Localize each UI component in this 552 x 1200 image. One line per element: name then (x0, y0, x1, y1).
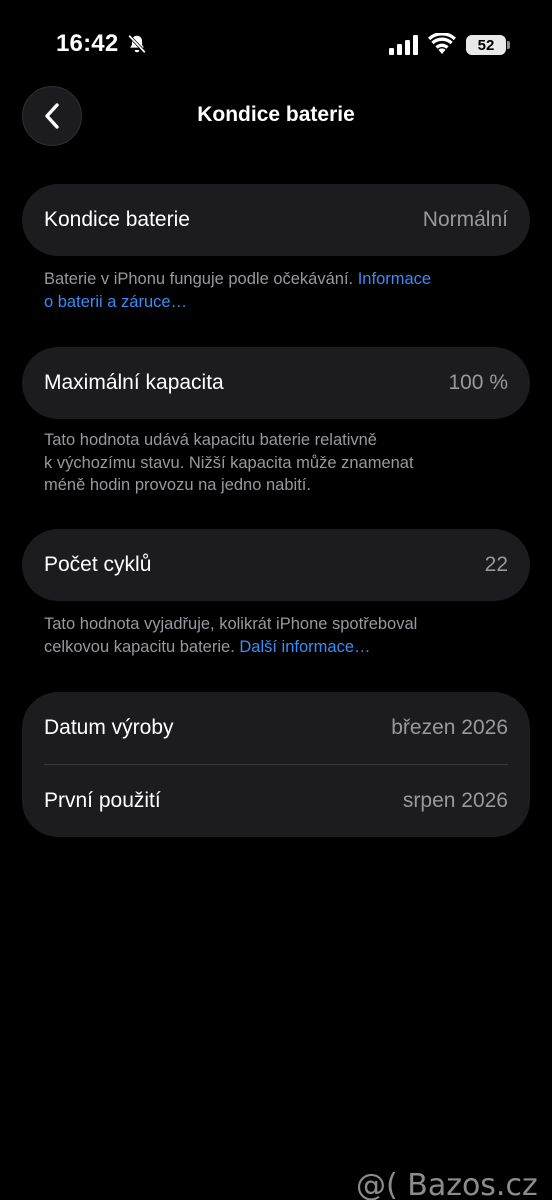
cycle-count-note: Tato hodnota vyjadřuje, kolikrát iPhone … (44, 613, 514, 658)
page-title: Kondice baterie (197, 103, 355, 126)
bazos-watermark: @( Bazos.cz (356, 1168, 538, 1200)
max-capacity-note-line3: méně hodin provozu na jedno nabití. (44, 476, 311, 494)
battery-icon: 52 (466, 35, 510, 55)
manufacture-date-value: březen 2026 (391, 716, 508, 739)
max-capacity-note-line2: k výchozímu stavu. Nižší kapacita může z… (44, 453, 414, 472)
battery-health-note-text: Baterie v iPhonu funguje podle očekávání… (44, 270, 358, 288)
battery-warranty-link-line1: Informace (357, 270, 432, 288)
signal-icon (389, 35, 418, 55)
max-capacity-label: Maximální kapacita (44, 371, 224, 394)
battery-health-card: Kondice baterie Normální (22, 184, 530, 256)
more-info-link[interactable]: Další informace… (239, 638, 370, 656)
max-capacity-row: Maximální kapacita 100 % (22, 347, 530, 419)
battery-health-label: Kondice baterie (44, 208, 190, 231)
battery-health-row: Kondice baterie Normální (22, 184, 530, 256)
bell-slash-icon (128, 34, 146, 54)
battery-warranty-link-line2: o baterii a záruce… (44, 292, 188, 311)
max-capacity-note: Tato hodnota udává kapacitu baterie rela… (44, 429, 514, 497)
battery-level: 52 (466, 35, 506, 55)
cycle-count-card: Počet cyklů 22 (22, 529, 530, 601)
battery-health-value: Normální (422, 208, 508, 231)
cycle-count-note-line1: Tato hodnota vyjadřuje, kolikrát iPhone … (44, 615, 418, 633)
max-capacity-value: 100 % (448, 371, 508, 394)
status-bar: 16:42 52 (0, 0, 552, 90)
cycle-count-value: 22 (484, 553, 508, 576)
first-use-value: srpen 2026 (402, 789, 508, 812)
manufacture-date-label: Datum výroby (44, 716, 174, 739)
manufacture-date-row: Datum výroby březen 2026 (22, 692, 530, 764)
cycle-count-row: Počet cyklů 22 (22, 529, 530, 601)
status-time: 16:42 (56, 30, 119, 57)
battery-dates-card: Datum výroby březen 2026 První použití s… (22, 692, 530, 837)
battery-health-screen: 16:42 52 Kondice baterie Kondice baterie… (0, 0, 552, 1200)
battery-health-note: Baterie v iPhonu funguje podle očekávání… (44, 268, 514, 313)
first-use-row: První použití srpen 2026 (22, 765, 530, 837)
battery-cap (507, 41, 510, 49)
first-use-label: První použití (44, 789, 161, 812)
max-capacity-card: Maximální kapacita 100 % (22, 347, 530, 419)
cycle-count-note-line2: celkovou kapacitu baterie. (44, 637, 240, 656)
wifi-icon (428, 33, 456, 54)
cycle-count-label: Počet cyklů (44, 553, 152, 576)
max-capacity-note-line1: Tato hodnota udává kapacitu baterie rela… (44, 431, 377, 449)
